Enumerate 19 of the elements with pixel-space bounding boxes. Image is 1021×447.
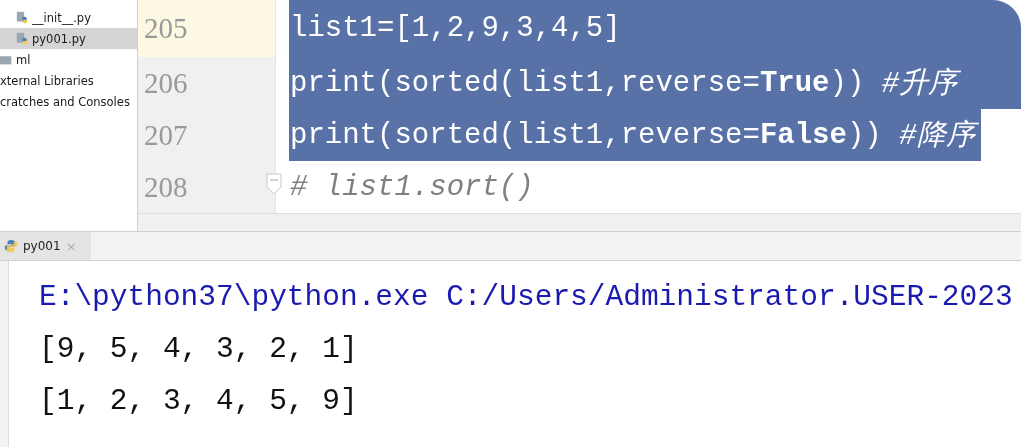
console-line: E:\python37\python.exe C:/Users/Administrator.USER-2023: [39, 279, 1013, 316]
line-number: 207: [138, 109, 276, 161]
tree-item[interactable]: xternal Libraries: [0, 70, 137, 91]
tree-item[interactable]: cratches and Consoles: [0, 91, 137, 112]
python-icon: [4, 239, 18, 253]
python-file-icon: [16, 11, 29, 24]
line-number: 206: [138, 57, 276, 109]
line-number: 205: [138, 0, 276, 57]
code-line: # list1.sort(): [289, 169, 534, 206]
folder-icon: [0, 53, 13, 66]
run-tab[interactable]: py001 ×: [0, 232, 91, 260]
tree-item[interactable]: __init__.py: [0, 7, 137, 28]
console-line: [9, 5, 4, 3, 2, 1]: [39, 331, 359, 368]
console-line: [1, 2, 3, 4, 5, 9]: [39, 383, 359, 420]
python-file-icon: [16, 32, 29, 45]
line-number: 208: [138, 161, 276, 213]
tree-item[interactable]: py001.py: [0, 28, 137, 49]
tree-item[interactable]: ml: [0, 49, 137, 70]
fold-icon[interactable]: [266, 173, 282, 195]
